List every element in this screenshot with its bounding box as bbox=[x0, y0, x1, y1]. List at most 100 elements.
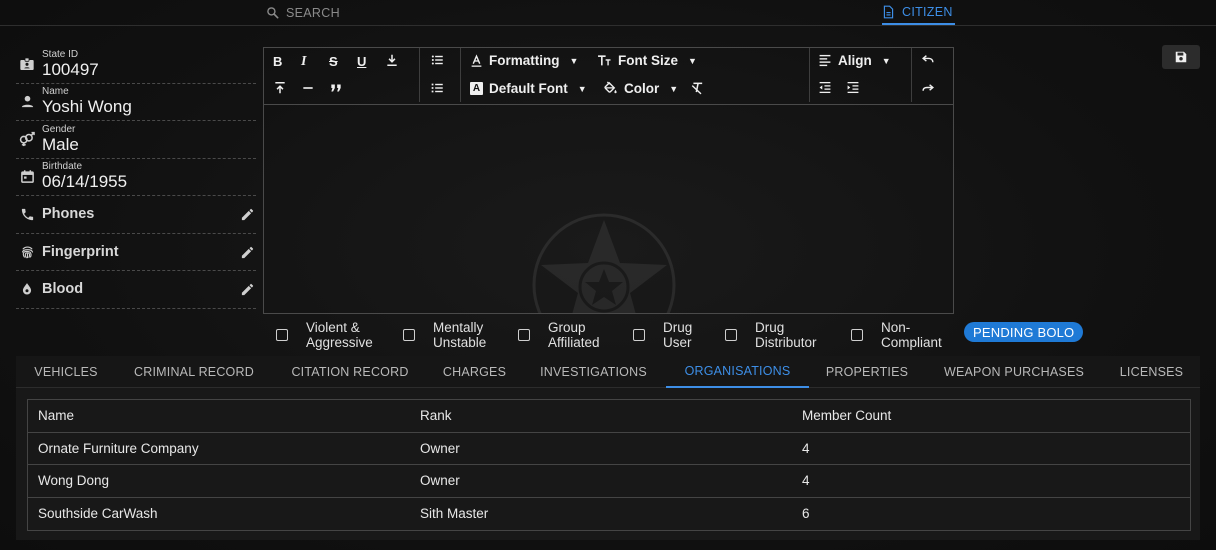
blood-label: Blood bbox=[42, 281, 84, 298]
caret-down-icon: ▼ bbox=[577, 83, 587, 94]
horizontal-rule-icon[interactable] bbox=[301, 81, 329, 98]
flag-mentally-unstable[interactable]: Mentally Unstable bbox=[403, 320, 513, 350]
edit-fingerprint-pencil-icon[interactable] bbox=[240, 245, 255, 265]
redo-icon bbox=[922, 84, 934, 91]
flag-non-compliant[interactable]: Non- Compliant bbox=[851, 320, 961, 350]
underline-icon[interactable]: U bbox=[357, 54, 385, 69]
indent-group bbox=[818, 81, 860, 94]
org-name-cell: Wong Dong bbox=[38, 473, 110, 489]
org-name-cell: Southside CarWash bbox=[38, 506, 158, 522]
flag-drug-user[interactable]: Drug User bbox=[633, 320, 723, 350]
tab-properties[interactable]: PROPERTIES bbox=[809, 356, 925, 388]
tab-citation-record[interactable]: CITATION RECORD bbox=[272, 356, 428, 388]
outdent-icon[interactable] bbox=[818, 81, 832, 94]
top-nav-bar: SEARCH CITIZEN bbox=[0, 0, 1216, 26]
search-nav-button[interactable]: SEARCH bbox=[266, 0, 340, 25]
bold-icon[interactable]: B bbox=[273, 54, 301, 69]
name-row: Name Yoshi Wong bbox=[16, 84, 256, 121]
phones-label: Phones bbox=[42, 206, 95, 223]
org-member-count-cell: 4 bbox=[802, 440, 810, 456]
search-nav-label: SEARCH bbox=[286, 5, 340, 20]
clear-formatting-button[interactable] bbox=[690, 81, 705, 95]
checkbox[interactable] bbox=[633, 329, 645, 341]
org-rank-cell: Owner bbox=[420, 440, 460, 456]
citizen-nav-label: CITIZEN bbox=[902, 4, 953, 19]
document-icon bbox=[883, 5, 894, 18]
editor-toolbar: B I S U Formatting ▼ Font Size ▼ A Defau… bbox=[264, 48, 953, 105]
phone-icon bbox=[17, 207, 37, 222]
superscript-icon[interactable] bbox=[273, 81, 301, 98]
table-row[interactable]: Southside CarWash Sith Master 6 bbox=[28, 498, 1190, 531]
table-row[interactable]: Ornate Furniture Company Owner 4 bbox=[28, 433, 1190, 465]
tab-weapon-purchases[interactable]: WEAPON PURCHASES bbox=[925, 356, 1103, 388]
edit-blood-pencil-icon[interactable] bbox=[240, 282, 255, 302]
gender-row: Gender Male bbox=[16, 121, 256, 159]
save-floppy-icon bbox=[1175, 51, 1187, 63]
text-format-icon bbox=[471, 53, 482, 67]
bullet-list-icon bbox=[431, 55, 443, 65]
id-badge-icon bbox=[17, 56, 37, 72]
search-icon bbox=[267, 7, 279, 19]
toolbar-divider bbox=[419, 48, 420, 102]
align-dropdown[interactable]: Align ▼ bbox=[818, 53, 891, 68]
font-size-dropdown[interactable]: Font Size ▼ bbox=[596, 53, 697, 68]
flag-label: Drug bbox=[663, 320, 693, 335]
tab-investigations[interactable]: INVESTIGATIONS bbox=[521, 356, 666, 388]
tab-criminal-record[interactable]: CRIMINAL RECORD bbox=[116, 356, 272, 388]
birthdate-value: 06/14/1955 bbox=[42, 172, 128, 192]
flag-drug-distributor[interactable]: Drug Distributor bbox=[725, 320, 835, 350]
citizen-nav-tab[interactable]: CITIZEN bbox=[882, 0, 955, 25]
editor-content-area[interactable] bbox=[264, 105, 953, 313]
edit-phones-pencil-icon[interactable] bbox=[240, 207, 255, 227]
undo-button[interactable] bbox=[920, 53, 936, 66]
organisations-panel: Name Rank Member Count Ornate Furniture … bbox=[16, 388, 1200, 540]
phones-row: Phones bbox=[16, 196, 256, 234]
numbered-list-button[interactable] bbox=[430, 81, 445, 95]
checkbox[interactable] bbox=[725, 329, 737, 341]
citizen-info-panel: State ID 100497 Name Yoshi Wong Gender M… bbox=[16, 46, 256, 309]
align-label: Align bbox=[838, 53, 872, 68]
caret-down-icon: ▼ bbox=[569, 55, 579, 66]
flag-violent-aggressive[interactable]: Violent & Aggressive bbox=[276, 320, 386, 350]
org-member-count-cell: 6 bbox=[802, 506, 810, 522]
color-label: Color bbox=[624, 81, 660, 96]
checkbox[interactable] bbox=[403, 329, 415, 341]
color-dropdown[interactable]: Color ▼ bbox=[603, 81, 678, 96]
redo-button[interactable] bbox=[920, 81, 936, 94]
clear-format-icon bbox=[691, 82, 703, 95]
checkbox[interactable] bbox=[276, 329, 288, 341]
birthdate-label: Birthdate bbox=[42, 161, 83, 173]
tab-organisations[interactable]: ORGANISATIONS bbox=[666, 356, 809, 388]
blockquote-icon[interactable] bbox=[329, 81, 357, 98]
birthdate-row: Birthdate 06/14/1955 bbox=[16, 159, 256, 196]
flag-label: Group bbox=[548, 320, 586, 335]
tab-vehicles[interactable]: VEHICLES bbox=[16, 356, 116, 388]
default-font-dropdown[interactable]: A Default Font ▼ bbox=[470, 81, 587, 96]
formatting-dropdown[interactable]: Formatting ▼ bbox=[470, 53, 578, 68]
text-style-group: B I S U bbox=[273, 53, 413, 70]
subscript-icon[interactable] bbox=[385, 53, 413, 70]
calendar-icon bbox=[17, 169, 37, 184]
pending-bolo-badge[interactable]: PENDING BOLO bbox=[964, 322, 1084, 342]
flag-label: User bbox=[663, 335, 692, 350]
italic-icon[interactable]: I bbox=[301, 54, 329, 70]
gender-label: Gender bbox=[42, 123, 76, 135]
name-value: Yoshi Wong bbox=[42, 97, 132, 117]
flag-label: Drug bbox=[755, 320, 785, 335]
record-tabs: VEHICLES CRIMINAL RECORD CITATION RECORD… bbox=[16, 356, 1200, 388]
tab-licenses[interactable]: LICENSES bbox=[1103, 356, 1200, 388]
bullet-list-button[interactable] bbox=[430, 53, 445, 67]
state-id-value: 100497 bbox=[42, 59, 99, 79]
save-button[interactable] bbox=[1162, 45, 1200, 69]
person-icon bbox=[17, 94, 37, 109]
checkbox[interactable] bbox=[518, 329, 530, 341]
flag-label: Compliant bbox=[881, 335, 942, 350]
flag-group-affiliated[interactable]: Group Affiliated bbox=[518, 320, 628, 350]
strikethrough-icon[interactable]: S bbox=[329, 54, 357, 69]
indent-icon[interactable] bbox=[846, 81, 860, 94]
flag-label: Aggressive bbox=[306, 335, 373, 350]
checkbox[interactable] bbox=[851, 329, 863, 341]
tab-charges[interactable]: CHARGES bbox=[428, 356, 521, 388]
table-row[interactable]: Wong Dong Owner 4 bbox=[28, 465, 1190, 498]
gender-value: Male bbox=[42, 134, 79, 154]
